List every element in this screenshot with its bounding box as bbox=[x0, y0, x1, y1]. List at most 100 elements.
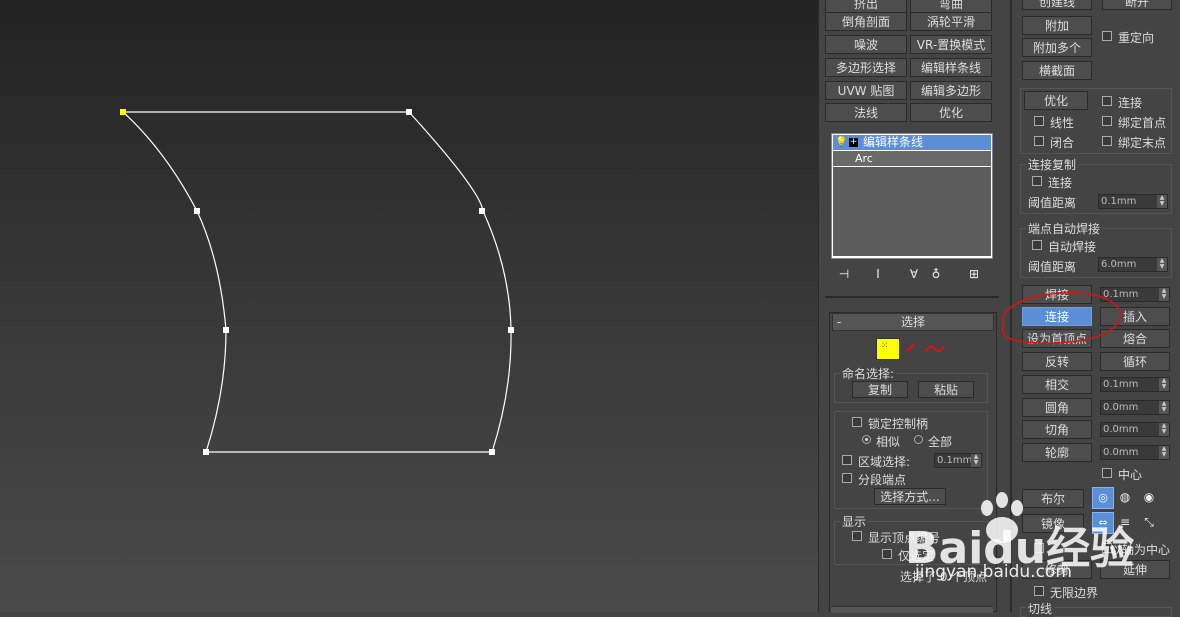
segment-end-checkbox[interactable] bbox=[842, 473, 852, 483]
vertex[interactable] bbox=[508, 327, 514, 333]
connect-copy-label: 连接复制 bbox=[1026, 156, 1079, 173]
modifier-button[interactable]: 涡轮平滑 bbox=[910, 12, 992, 31]
connect-copy-chk-label: 连接 bbox=[1048, 176, 1073, 190]
vertex[interactable] bbox=[479, 208, 485, 214]
stack-item-edit-spline[interactable]: 💡 + 编辑样条线 bbox=[833, 135, 991, 150]
modifier-stack-list[interactable]: 💡 + 编辑样条线 Arc bbox=[831, 133, 993, 259]
segment-spline-level-icons[interactable] bbox=[904, 339, 964, 359]
show-end-result-icon[interactable]: Ⅰ bbox=[869, 265, 887, 283]
center-checkbox[interactable] bbox=[1102, 468, 1112, 478]
viewport[interactable] bbox=[0, 0, 818, 612]
chamfer-spinner[interactable]: 0.0mm ▲ ▼ bbox=[1100, 422, 1170, 437]
refine-connect-checkbox[interactable] bbox=[1102, 96, 1112, 106]
fillet-button[interactable]: 圆角 bbox=[1022, 398, 1092, 417]
modifier-button[interactable]: 法线 bbox=[825, 103, 907, 122]
outline-button[interactable]: 轮廓 bbox=[1022, 443, 1092, 462]
modifier-button[interactable]: 优化 bbox=[910, 103, 992, 122]
weld-value: 0.1mm bbox=[1103, 289, 1139, 300]
collapse-icon[interactable]: - bbox=[837, 314, 841, 330]
auto-weld-checkbox[interactable] bbox=[1032, 240, 1042, 250]
modifier-button[interactable]: 编辑样条线 bbox=[910, 58, 992, 77]
vertex[interactable] bbox=[489, 449, 495, 455]
spline-level-icon[interactable] bbox=[925, 345, 945, 352]
area-select-spinner[interactable]: 0.1mm ▲ ▼ bbox=[934, 453, 982, 468]
reorient-checkbox[interactable] bbox=[1102, 31, 1112, 41]
spinner-arrows-icon[interactable]: ▲ ▼ bbox=[1159, 401, 1169, 414]
configure-modifier-sets-icon[interactable]: ⊞ bbox=[965, 265, 983, 283]
closed-checkbox[interactable] bbox=[1034, 136, 1044, 146]
vertex[interactable] bbox=[223, 327, 229, 333]
modifier-button[interactable]: 多边形选择 bbox=[825, 58, 907, 77]
pin-stack-icon[interactable]: ⊣ bbox=[835, 265, 853, 283]
spinner-arrows-icon[interactable]: ▲ ▼ bbox=[1159, 423, 1169, 436]
auto-threshold-label: 阈值距离 bbox=[1028, 260, 1077, 274]
cycle-button[interactable]: 循环 bbox=[1100, 352, 1170, 371]
alike-radio[interactable] bbox=[862, 435, 871, 444]
stack-item-arc[interactable]: Arc bbox=[833, 151, 991, 166]
vertex[interactable] bbox=[406, 109, 412, 115]
area-select-checkbox[interactable] bbox=[842, 455, 852, 465]
vertex-first[interactable] bbox=[120, 109, 126, 115]
make-first-button[interactable]: 设为首顶点 bbox=[1022, 329, 1092, 348]
reverse-button[interactable]: 反转 bbox=[1022, 352, 1092, 371]
spinner-arrows-icon[interactable]: ▲ ▼ bbox=[971, 454, 981, 467]
cross-insert-button[interactable]: 相交 bbox=[1022, 375, 1092, 394]
copy-button[interactable]: 复制 bbox=[852, 381, 908, 398]
linear-label: 线性 bbox=[1050, 116, 1075, 130]
outline-spinner[interactable]: 0.0mm ▲ ▼ bbox=[1100, 445, 1170, 460]
spinner-arrows-icon[interactable]: ▲ ▼ bbox=[1159, 288, 1169, 301]
area-select-label: 区域选择: bbox=[858, 455, 911, 469]
vertex[interactable] bbox=[194, 208, 200, 214]
connect-button[interactable]: 连接 bbox=[1022, 307, 1092, 326]
bind-last-checkbox[interactable] bbox=[1102, 136, 1112, 146]
spline-canvas[interactable] bbox=[0, 0, 818, 612]
modifier-button[interactable]: 噪波 bbox=[825, 35, 907, 54]
fillet-spinner[interactable]: 0.0mm ▲ ▼ bbox=[1100, 400, 1170, 415]
vertex-level-icon[interactable]: ⁙ bbox=[876, 338, 900, 360]
make-unique-icon[interactable]: ∀ bbox=[905, 265, 923, 283]
break-button[interactable]: 断开 bbox=[1102, 0, 1172, 10]
threshold-spinner[interactable]: 0.1mm ▲ ▼ bbox=[1098, 194, 1168, 209]
threshold-label: 阈值距离 bbox=[1028, 196, 1077, 210]
weld-button[interactable]: 焊接 bbox=[1022, 285, 1092, 304]
attach-button[interactable]: 附加 bbox=[1022, 16, 1092, 35]
remove-modifier-icon[interactable]: ♁ bbox=[927, 265, 945, 283]
spinner-arrows-icon[interactable]: ▲ ▼ bbox=[1157, 258, 1167, 271]
linear-checkbox[interactable] bbox=[1034, 116, 1044, 126]
selection-rollout-header[interactable]: - 选择 bbox=[832, 313, 994, 331]
cross-insert-value: 0.1mm bbox=[1103, 379, 1139, 390]
show-vertex-numbers-checkbox[interactable] bbox=[852, 531, 862, 541]
auto-threshold-spinner[interactable]: 6.0mm ▲ ▼ bbox=[1098, 257, 1168, 272]
expand-plus-icon[interactable]: + bbox=[849, 138, 858, 147]
lock-handles-label: 锁定控制柄 bbox=[868, 417, 929, 431]
attach-multiple-button[interactable]: 附加多个 bbox=[1022, 38, 1092, 57]
vertex[interactable] bbox=[203, 449, 209, 455]
all-radio[interactable] bbox=[914, 435, 923, 444]
reorient-label: 重定向 bbox=[1118, 31, 1155, 45]
spline-shape[interactable] bbox=[121, 111, 512, 453]
refine-button[interactable]: 优化 bbox=[1024, 91, 1088, 110]
lock-handles-checkbox[interactable] bbox=[852, 417, 862, 427]
cross-insert-spinner[interactable]: 0.1mm ▲ ▼ bbox=[1100, 377, 1170, 392]
modifier-button[interactable]: 倒角剖面 bbox=[825, 12, 907, 31]
weld-spinner[interactable]: 0.1mm ▲ ▼ bbox=[1100, 287, 1170, 302]
lightbulb-icon[interactable]: 💡 bbox=[835, 135, 847, 150]
bind-first-checkbox[interactable] bbox=[1102, 116, 1112, 126]
modifier-button[interactable]: 编辑多边形 bbox=[910, 81, 992, 100]
spinner-arrows-icon[interactable]: ▲ ▼ bbox=[1159, 446, 1169, 459]
bind-first-label: 绑定首点 bbox=[1118, 116, 1167, 130]
modifier-button[interactable]: UVW 贴图 bbox=[825, 81, 907, 100]
spinner-arrows-icon[interactable]: ▲ ▼ bbox=[1157, 195, 1167, 208]
selected-only-checkbox[interactable] bbox=[882, 549, 892, 559]
cross-section-button[interactable]: 横截面 bbox=[1022, 61, 1092, 80]
paste-button[interactable]: 粘贴 bbox=[918, 381, 974, 398]
chamfer-value: 0.0mm bbox=[1103, 424, 1139, 435]
modifier-button[interactable]: VR-置换模式 bbox=[910, 35, 992, 54]
chamfer-button[interactable]: 切角 bbox=[1022, 420, 1092, 439]
segment-level-icon[interactable] bbox=[906, 343, 915, 352]
fuse-button[interactable]: 熔合 bbox=[1100, 329, 1170, 348]
spinner-arrows-icon[interactable]: ▲ ▼ bbox=[1159, 378, 1169, 391]
connect-copy-checkbox[interactable] bbox=[1032, 176, 1042, 186]
create-line-button[interactable]: 创建线 bbox=[1022, 0, 1092, 10]
insert-button[interactable]: 插入 bbox=[1100, 307, 1170, 326]
